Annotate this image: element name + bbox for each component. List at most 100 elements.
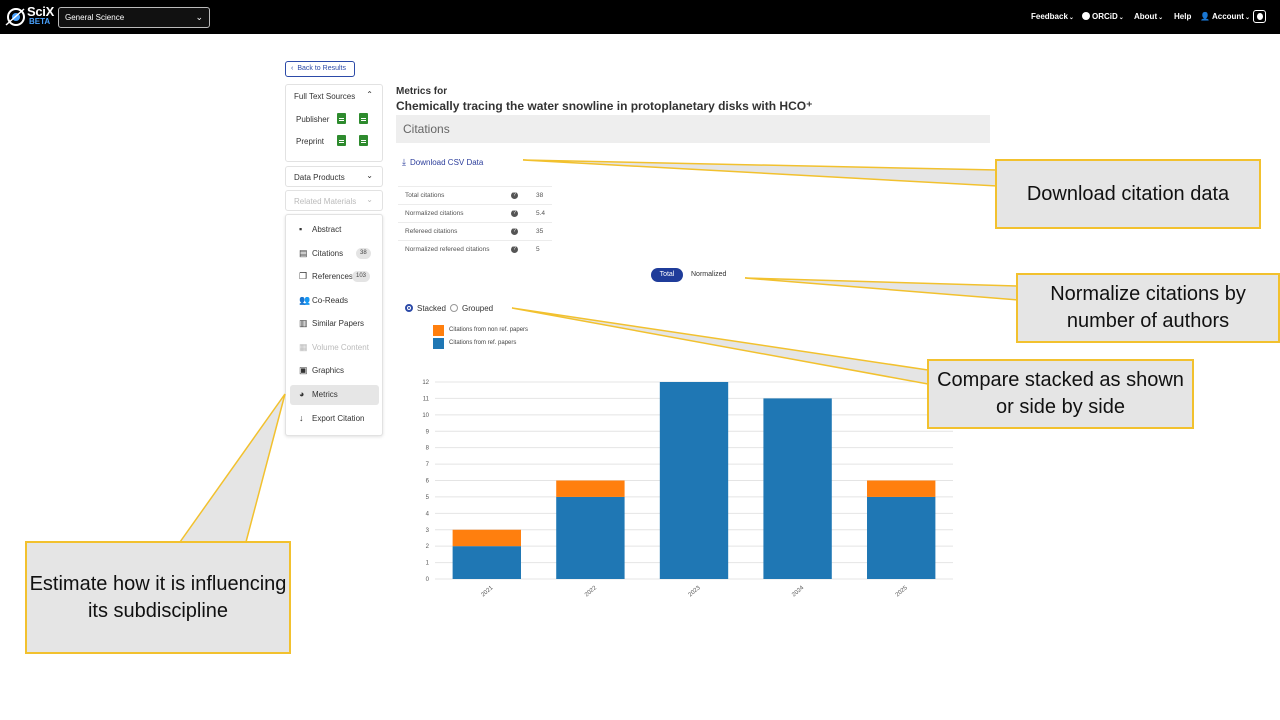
legend-swatch-non-ref xyxy=(433,325,444,336)
legend-swatch-ref xyxy=(433,338,444,349)
toggle-normalized-button[interactable]: Normalized xyxy=(691,271,726,278)
citations-section-header: Citations xyxy=(396,115,990,143)
table-row: Refereed citations? 35 xyxy=(398,222,552,240)
chevron-down-icon: ⌄ xyxy=(366,171,373,180)
sidebar-item-abstract[interactable]: ▪ Abstract xyxy=(290,220,379,240)
citations-count-badge: 38 xyxy=(356,248,371,259)
download-icon: ⤓ xyxy=(402,157,406,167)
preprint-pdf-icon[interactable] xyxy=(337,135,346,146)
bar-ref-2022 xyxy=(556,496,625,579)
top-navbar: SciX BETA General Science ⌄ Feedback⌄ OR… xyxy=(0,0,1280,34)
help-icon[interactable]: ? xyxy=(511,228,518,235)
nav-orcid[interactable]: ORCiD⌄ xyxy=(1082,12,1124,21)
user-icon: 👤 xyxy=(1200,12,1210,21)
data-products-title: Data Products xyxy=(294,173,345,182)
sidebar-item-similar-papers[interactable]: ▥ Similar Papers xyxy=(290,314,379,334)
bar-non-ref-2022 xyxy=(556,480,625,497)
discipline-select[interactable]: General Science ⌄ xyxy=(58,7,210,28)
chevron-down-icon: ⌄ xyxy=(195,12,203,22)
sidebar-item-references[interactable]: ❐ References 103 xyxy=(290,267,379,287)
nav-feedback[interactable]: Feedback⌄ xyxy=(1031,12,1074,21)
toggle-total-button[interactable]: Total xyxy=(651,268,683,282)
chevron-up-icon[interactable]: ⌃ xyxy=(366,90,373,99)
chevron-down-icon: ⌄ xyxy=(1158,15,1164,21)
stacked-radio[interactable] xyxy=(405,304,413,312)
help-icon[interactable]: ? xyxy=(511,210,518,217)
table-row: Normalized citations? 5.4 xyxy=(398,204,552,222)
y-tick-label: 5 xyxy=(426,495,430,501)
sidebar-item-co-reads[interactable]: 👥 Co-Reads xyxy=(290,291,379,311)
table-icon: ▦ xyxy=(299,342,308,352)
y-tick-label: 1 xyxy=(426,561,430,567)
citation-stats-table: Total citations? 38 Normalized citations?… xyxy=(398,186,552,258)
table-row: Total citations? 38 xyxy=(398,186,552,204)
y-tick-label: 7 xyxy=(426,462,430,468)
nav-about[interactable]: About⌄ xyxy=(1134,12,1163,21)
nav-account[interactable]: 👤 Account⌄ xyxy=(1200,12,1250,21)
preprint-label: Preprint xyxy=(296,137,325,146)
citations-bar-chart: 01234567891011122021 2022 2023 2024 2025 xyxy=(422,380,953,599)
callout-leader-normalize xyxy=(744,277,1019,301)
metrics-for-label: Metrics for xyxy=(396,86,448,97)
y-tick-label: 6 xyxy=(426,479,430,485)
pie-icon: ◕ xyxy=(299,389,305,399)
x-tick-label: 2021 xyxy=(480,585,495,599)
inbox-icon: ▤ xyxy=(299,248,308,258)
discipline-value: General Science xyxy=(65,13,125,22)
y-tick-label: 3 xyxy=(426,528,430,534)
full-text-sources-card: Full Text Sources ⌃ Publisher Preprint xyxy=(285,84,383,162)
y-tick-label: 0 xyxy=(426,577,430,583)
bar-ref-2023 xyxy=(659,382,729,579)
orcid-icon xyxy=(1082,12,1090,20)
related-materials-card: Related Materials ⌄ xyxy=(285,190,383,211)
sidebar-item-citations[interactable]: ▤ Citations 38 xyxy=(290,244,379,264)
data-products-card[interactable]: Data Products ⌄ xyxy=(285,166,383,187)
bar-non-ref-2021 xyxy=(452,529,521,547)
callout-leader-download xyxy=(522,159,998,187)
full-text-sources-title[interactable]: Full Text Sources xyxy=(294,92,355,101)
y-tick-label: 12 xyxy=(422,380,429,386)
x-tick-label: 2025 xyxy=(895,585,910,599)
bar-ref-2025 xyxy=(867,496,936,579)
sidebar-item-export-citation[interactable]: ↓ Export Citation xyxy=(290,409,379,429)
callout-normalize: Normalize citations by number of authors xyxy=(1016,273,1280,343)
sidebar-item-graphics[interactable]: ▣ Graphics xyxy=(290,361,379,381)
publisher-html-icon[interactable] xyxy=(359,113,368,124)
chevron-left-icon: ‹ xyxy=(291,65,294,72)
related-materials-title: Related Materials xyxy=(294,197,357,206)
bar-ref-2024 xyxy=(763,398,832,579)
references-count-badge: 103 xyxy=(352,271,371,282)
sidebar-item-volume-content: ▦ Volume Content xyxy=(299,342,369,353)
grouped-radio-label[interactable]: Grouped xyxy=(462,304,493,313)
legend-label-ref: Citations from ref. papers xyxy=(449,340,517,346)
bar-non-ref-2025 xyxy=(867,480,936,497)
y-tick-label: 9 xyxy=(426,429,430,435)
image-icon: ▣ xyxy=(299,365,308,375)
y-tick-label: 10 xyxy=(422,413,429,419)
stacked-radio-label[interactable]: Stacked xyxy=(417,304,446,313)
download-arrow-icon: ↓ xyxy=(299,413,304,423)
chevron-down-icon: ⌄ xyxy=(1118,15,1124,21)
papers-icon: ▥ xyxy=(299,318,308,328)
preprint-html-icon[interactable] xyxy=(359,135,368,146)
grouped-radio[interactable] xyxy=(450,304,458,312)
back-to-results-button[interactable]: ‹ Back to Results xyxy=(285,61,355,77)
theme-toggle-icon[interactable] xyxy=(1253,10,1266,23)
chevron-down-icon: ⌄ xyxy=(366,195,373,204)
callout-stacked: Compare stacked as shown or side by side xyxy=(927,359,1194,429)
nav-help[interactable]: Help xyxy=(1174,12,1191,21)
callout-leader-influence xyxy=(178,393,286,543)
x-tick-label: 2022 xyxy=(584,585,599,599)
copy-icon: ❐ xyxy=(299,271,308,281)
sidebar-item-metrics[interactable]: ◕ Metrics xyxy=(290,385,379,405)
y-tick-label: 11 xyxy=(423,396,430,402)
paper-title: Chemically tracing the water snowline in… xyxy=(396,99,813,113)
help-icon[interactable]: ? xyxy=(511,246,518,253)
help-icon[interactable]: ? xyxy=(511,192,518,199)
y-tick-label: 8 xyxy=(426,446,430,452)
users-icon: 👥 xyxy=(299,295,311,305)
chevron-down-icon: ⌄ xyxy=(1244,15,1250,21)
publisher-pdf-icon[interactable] xyxy=(337,113,346,124)
publisher-label: Publisher xyxy=(296,115,330,124)
download-csv-link[interactable]: ⤓ Download CSV Data xyxy=(402,157,483,168)
